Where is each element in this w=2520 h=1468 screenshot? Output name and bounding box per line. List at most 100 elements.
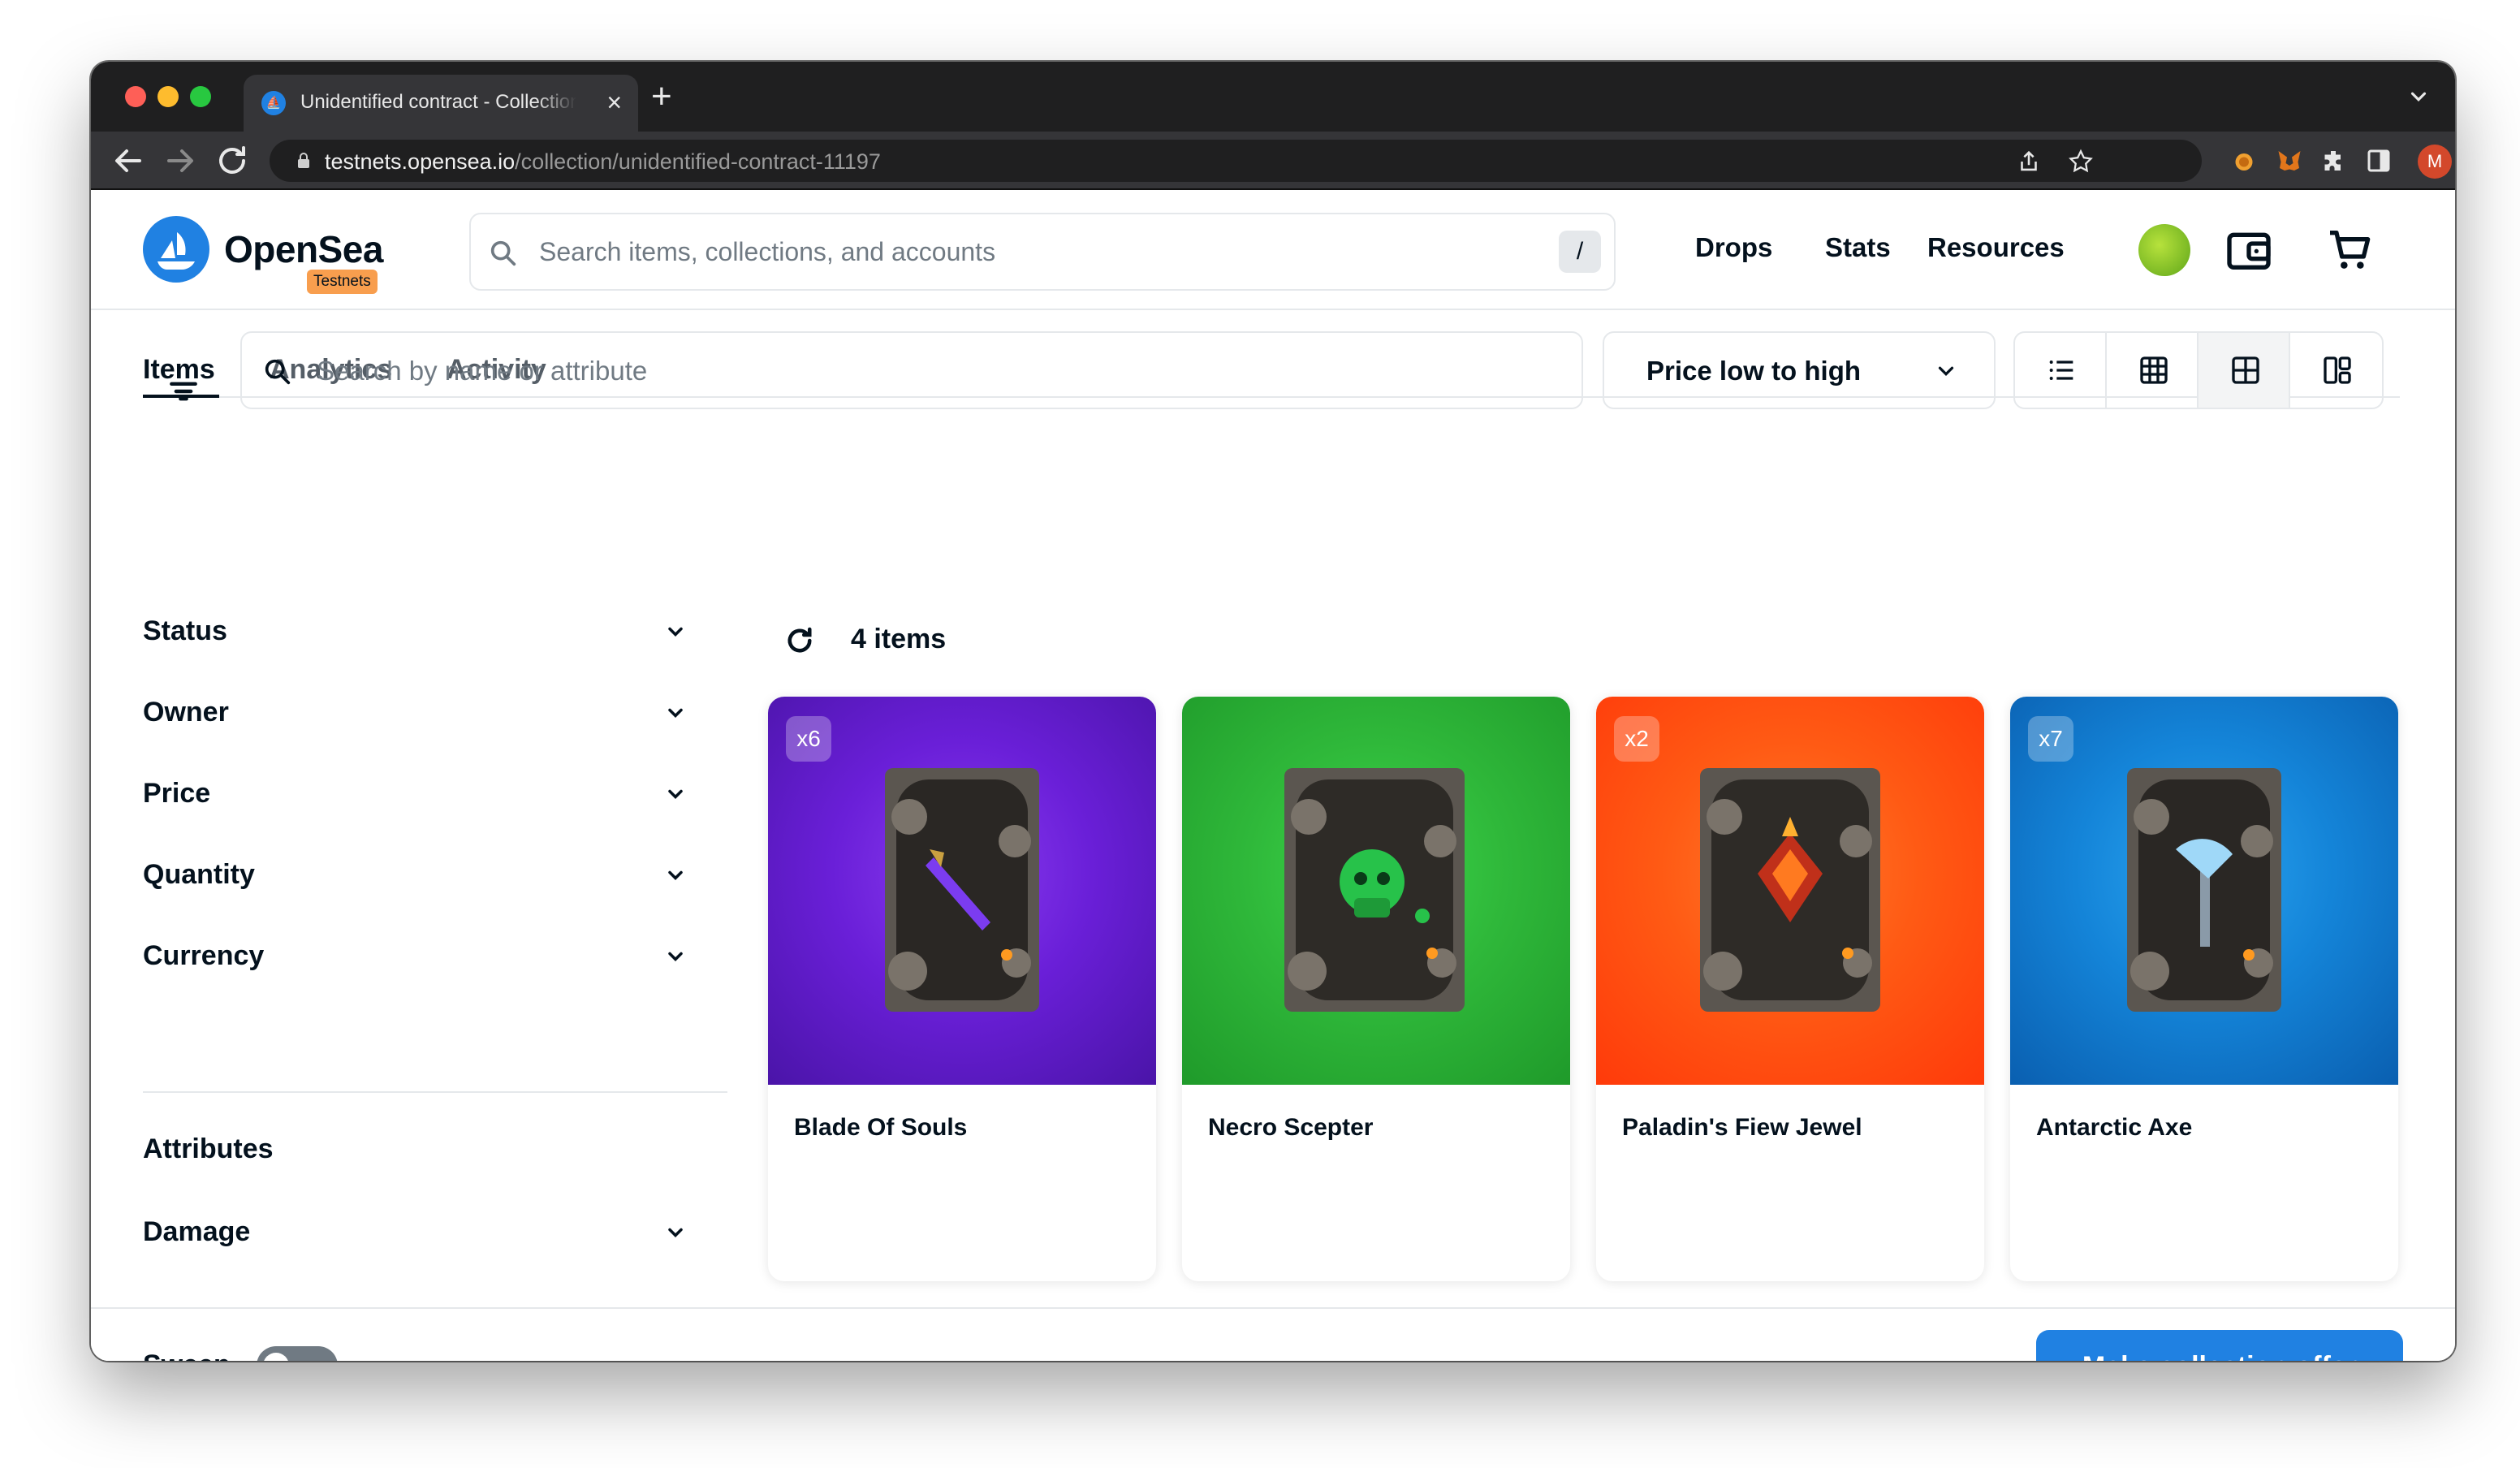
close-window-button[interactable] [125, 86, 146, 107]
list-view-icon [2049, 361, 2073, 380]
item-count: 4 items [851, 624, 947, 654]
chevron-down-icon [668, 789, 683, 799]
search-icon [265, 359, 291, 385]
tab-search-chevron-icon[interactable] [2406, 84, 2431, 109]
large-grid-view-button[interactable] [2199, 333, 2290, 408]
url-text: testnets.opensea.io/collection/unidentif… [325, 149, 881, 175]
quantity-badge: x6 [786, 716, 831, 762]
browser-window: ⛵ Unidentified contract - Collection × +… [91, 62, 2455, 1361]
item-image [1182, 697, 1570, 1085]
item-card[interactable]: x7 Antarctic Axe [2010, 697, 2398, 1281]
large-grid-icon [2232, 356, 2259, 384]
item-card[interactable]: Necro Scepter [1182, 697, 1570, 1281]
site-header: OpenSea Testnets Search items, collectio… [91, 190, 2455, 310]
chevron-down-icon [668, 627, 683, 637]
facet-price[interactable]: Price [143, 770, 695, 818]
quantity-badge: x7 [2028, 716, 2073, 762]
browser-toolbar: testnets.opensea.io/collection/unidentif… [91, 132, 2455, 190]
wallet-icon[interactable] [2223, 224, 2275, 276]
sidebar-divider [143, 1091, 727, 1093]
search-icon [490, 240, 516, 266]
facet-damage[interactable]: Damage [143, 1208, 695, 1257]
green-skull-icon [1284, 768, 1465, 1012]
opensea-logo-icon[interactable] [143, 216, 209, 283]
extensions-puzzle-icon[interactable] [2319, 146, 2348, 175]
item-card[interactable]: x2 Paladin's Fiew Jewel [1596, 697, 1984, 1281]
chevron-down-icon [668, 708, 683, 718]
search-shortcut-key: / [1559, 231, 1601, 273]
mosaic-view-button[interactable] [2290, 333, 2382, 408]
facet-label: Quantity [143, 859, 255, 890]
facet-owner[interactable]: Owner [143, 689, 695, 737]
item-search-input[interactable]: Search by name or attribute [240, 331, 1583, 409]
chevron-down-icon [1938, 366, 1954, 377]
toggle-knob [263, 1353, 289, 1361]
facet-label: Owner [143, 697, 229, 728]
item-name: Necro Scepter [1208, 1114, 1374, 1141]
zoom-window-button[interactable] [190, 86, 211, 107]
new-tab-button[interactable]: + [651, 78, 672, 115]
global-search-placeholder: Search items, collections, and accounts [539, 237, 996, 266]
forward-arrow-icon[interactable] [161, 141, 200, 180]
facet-label: Status [143, 615, 227, 646]
tab-title: Unidentified contract - Collection [300, 91, 576, 113]
chevron-down-icon [668, 952, 683, 961]
metamask-fox-icon[interactable] [2275, 146, 2304, 175]
browser-profile-avatar[interactable]: M [2418, 145, 2452, 179]
opensea-favicon-icon: ⛵ [261, 91, 286, 115]
facet-label: Currency [143, 940, 265, 971]
sweep-toggle[interactable] [257, 1346, 338, 1361]
bookmark-star-icon[interactable] [2067, 148, 2095, 175]
facet-quantity[interactable]: Quantity [143, 851, 695, 900]
browser-tab[interactable]: ⛵ Unidentified contract - Collection × [244, 75, 638, 132]
facet-label: Price [143, 778, 211, 809]
user-avatar[interactable] [2138, 224, 2190, 276]
facet-label: Damage [143, 1216, 251, 1247]
facet-currency[interactable]: Currency [143, 932, 695, 981]
facet-status[interactable]: Status [143, 607, 695, 656]
mosaic-icon [2324, 356, 2351, 384]
url-host: testnets.opensea.io [325, 149, 516, 174]
ice-axe-icon [2127, 768, 2281, 1012]
item-name: Paladin's Fiew Jewel [1622, 1114, 1862, 1141]
nav-drops[interactable]: Drops [1695, 232, 1772, 263]
opensea-page: OpenSea Testnets Search items, collectio… [91, 190, 2455, 1361]
sweep-label: Sweep [143, 1349, 231, 1361]
nav-stats[interactable]: Stats [1825, 232, 1891, 263]
lock-icon [298, 153, 309, 168]
quantity-badge: x2 [1614, 716, 1659, 762]
item-name: Blade Of Souls [794, 1114, 968, 1141]
global-search-input[interactable]: Search items, collections, and accounts … [469, 213, 1616, 291]
filter-toggle-icon[interactable] [166, 373, 201, 409]
sort-dropdown[interactable]: Price low to high [1603, 331, 1996, 409]
cart-icon[interactable] [2324, 224, 2375, 276]
view-mode-switcher [2013, 331, 2384, 409]
list-view-button[interactable] [2015, 333, 2107, 408]
item-card[interactable]: x6 Blade Of Souls [768, 697, 1156, 1281]
chevron-down-icon [668, 1228, 683, 1237]
item-name: Antarctic Axe [2036, 1114, 2193, 1141]
browser-tab-strip: ⛵ Unidentified contract - Collection × + [91, 62, 2455, 132]
refresh-icon[interactable] [783, 624, 817, 658]
share-icon[interactable] [2015, 148, 2043, 175]
opensea-wordmark[interactable]: OpenSea [224, 227, 383, 271]
reload-icon[interactable] [213, 141, 252, 180]
attributes-heading: Attributes [143, 1133, 274, 1164]
small-grid-icon [2140, 356, 2168, 384]
make-collection-offer-button[interactable]: Make collection offer [2036, 1330, 2403, 1361]
address-bar[interactable]: testnets.opensea.io/collection/unidentif… [270, 140, 2202, 182]
tab-close-icon[interactable]: × [606, 86, 622, 119]
small-grid-view-button[interactable] [2107, 333, 2199, 408]
testnets-badge: Testnets [307, 270, 378, 294]
side-panel-icon[interactable] [2364, 146, 2393, 175]
sort-selected-label: Price low to high [1646, 356, 1862, 386]
item-search-placeholder: Search by name or attribute [317, 356, 648, 386]
fire-jewel-icon [1700, 768, 1880, 1012]
purple-sword-icon [885, 768, 1039, 1012]
nav-resources[interactable]: Resources [1927, 232, 2065, 263]
url-path: /collection/unidentified-contract-11197 [515, 149, 881, 174]
back-arrow-icon[interactable] [109, 141, 148, 180]
extension-coin-icon[interactable] [2229, 146, 2259, 175]
minimize-window-button[interactable] [158, 86, 179, 107]
chevron-down-icon [668, 870, 683, 880]
